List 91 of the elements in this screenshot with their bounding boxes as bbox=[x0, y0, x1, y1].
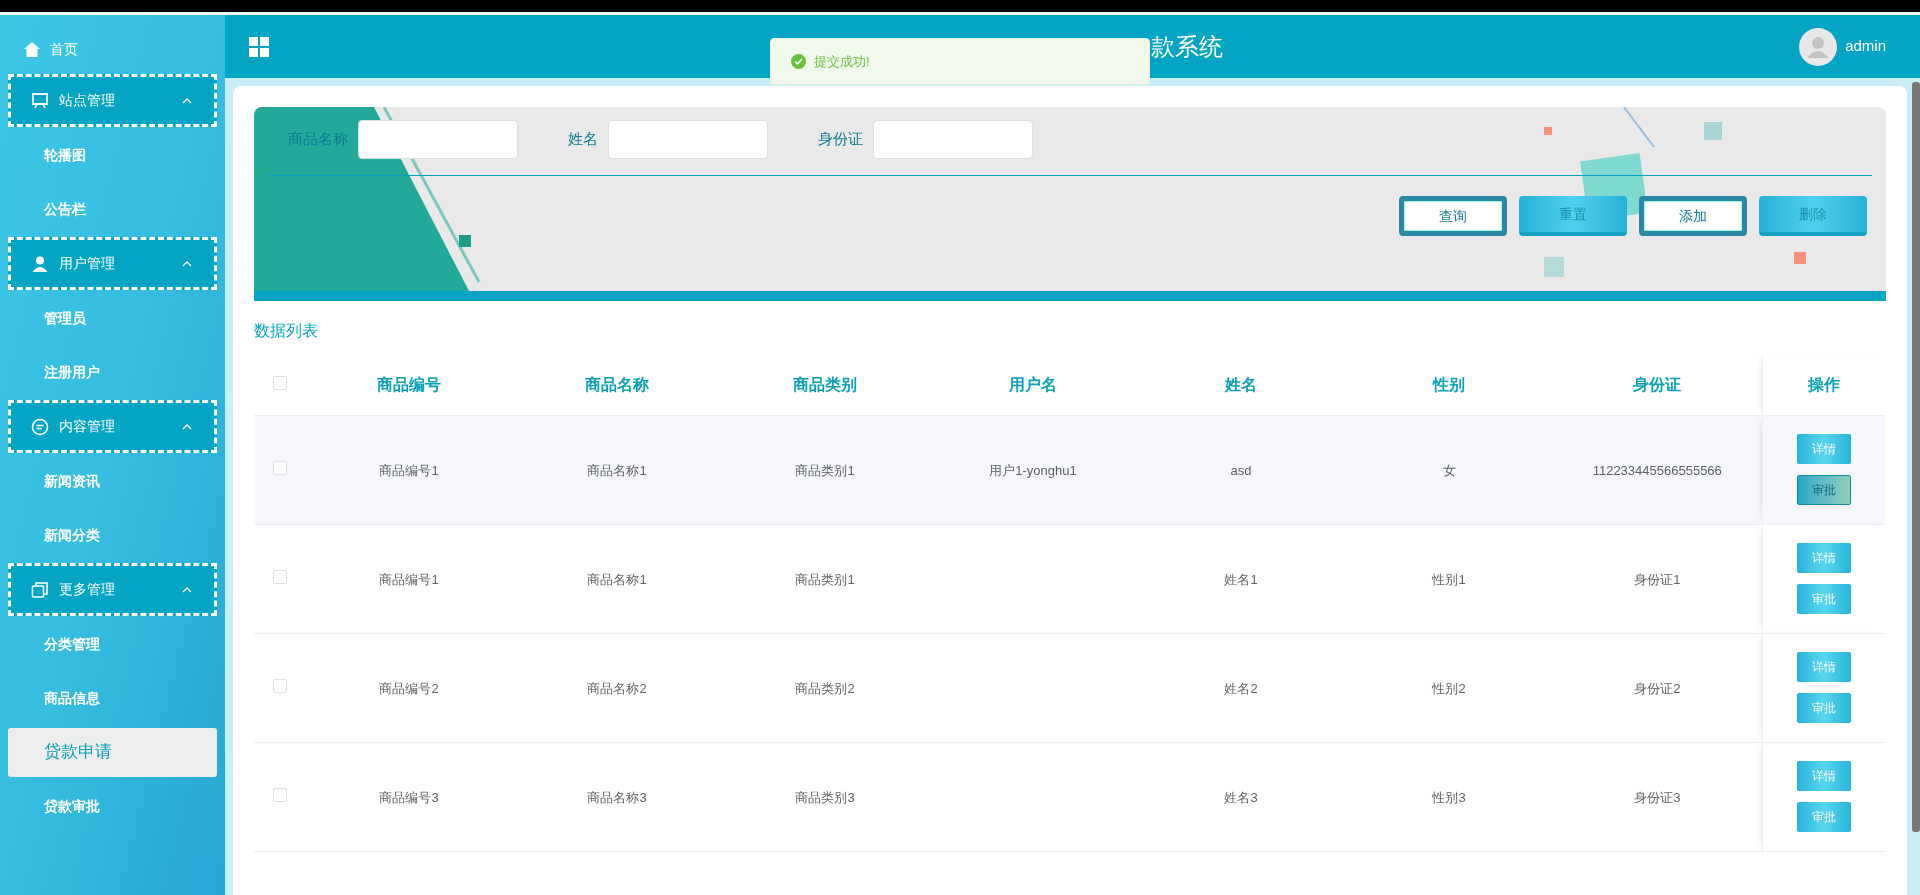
sidebar-item[interactable]: 贷款申请 bbox=[8, 727, 217, 777]
toolbar-button[interactable]: 查询 bbox=[1399, 196, 1507, 236]
sidebar-item[interactable]: 公告栏 bbox=[8, 182, 217, 236]
chevron-up-icon bbox=[182, 97, 192, 104]
user-name[interactable]: admin bbox=[1845, 35, 1886, 58]
checkbox[interactable] bbox=[272, 678, 287, 693]
sidebar-item[interactable]: 管理员 bbox=[8, 291, 217, 345]
menu-group-header[interactable]: 站点管理 bbox=[8, 74, 217, 127]
table-cell: 商品类别1 bbox=[795, 462, 855, 478]
table-cell: 姓名3 bbox=[1224, 789, 1258, 805]
row-action-button[interactable]: 审批 bbox=[1796, 693, 1851, 723]
sidebar-item[interactable]: 轮播图 bbox=[8, 128, 217, 182]
app-title: 款系统 bbox=[1151, 32, 1223, 62]
chevron-up-icon bbox=[182, 423, 192, 430]
table-cell: 身份证1 bbox=[1634, 571, 1681, 587]
toast-message: 提交成功! bbox=[814, 52, 870, 71]
table-cell: 商品编号1 bbox=[379, 462, 439, 478]
column-header: 姓名 bbox=[1225, 375, 1257, 393]
sidebar-item[interactable]: 注册用户 bbox=[8, 345, 217, 399]
row-action-button[interactable]: 详情 bbox=[1796, 543, 1851, 573]
table-cell: 商品名称2 bbox=[587, 680, 647, 696]
table-cell: 姓名1 bbox=[1224, 571, 1258, 587]
sidebar-item[interactable]: 分类管理 bbox=[8, 617, 217, 671]
filter-label: 姓名 bbox=[568, 129, 598, 150]
table-row[interactable]: 商品编号3 商品名称3 商品类别3 姓名3 性别3 身份证3 详情 审批 bbox=[254, 742, 1885, 851]
chevron-up-icon bbox=[182, 586, 192, 593]
section-title: 数据列表 bbox=[254, 321, 319, 341]
copy-icon bbox=[31, 580, 49, 599]
toolbar-button[interactable]: 删除 bbox=[1759, 196, 1867, 236]
grid-menu-icon[interactable] bbox=[249, 36, 269, 57]
chat-bubble-icon bbox=[31, 417, 49, 436]
easel-icon bbox=[31, 91, 49, 110]
checkbox[interactable] bbox=[272, 569, 287, 584]
check-circle-icon bbox=[791, 54, 806, 69]
row-action-button[interactable]: 审批 bbox=[1796, 584, 1851, 614]
table-cell: 性别2 bbox=[1432, 680, 1466, 696]
sidebar-item[interactable]: 新闻资讯 bbox=[8, 454, 217, 508]
sidebar-item[interactable]: 首页 bbox=[8, 25, 217, 73]
table-cell: 商品类别3 bbox=[795, 789, 855, 805]
table-cell: 姓名2 bbox=[1224, 680, 1258, 696]
table-cell: 商品类别1 bbox=[795, 571, 855, 587]
table-cell: 性别1 bbox=[1432, 571, 1466, 587]
table-row[interactable]: 商品编号1 商品名称1 商品类别1 用户1-yonghu1 asd 女 112233445566555566 详情 审批 bbox=[254, 415, 1885, 524]
table-cell: asd bbox=[1230, 462, 1252, 478]
filter-input[interactable] bbox=[873, 120, 1033, 159]
row-action-button[interactable]: 详情 bbox=[1796, 434, 1851, 464]
toolbar-button[interactable]: 重置 bbox=[1519, 196, 1627, 236]
table-cell: 用户1-yonghu1 bbox=[989, 462, 1077, 478]
table-row[interactable]: 商品编号2 商品名称2 商品类别2 姓名2 性别2 身份证2 详情 审批 bbox=[254, 633, 1885, 742]
row-action-button[interactable]: 审批 bbox=[1796, 802, 1851, 832]
table-cell: 商品编号1 bbox=[379, 571, 439, 587]
row-action-button[interactable]: 详情 bbox=[1796, 652, 1851, 682]
checkbox[interactable] bbox=[272, 375, 287, 390]
sidebar-item[interactable]: 贷款审批 bbox=[8, 779, 217, 833]
column-header: 商品名称 bbox=[585, 375, 649, 393]
chevron-up-icon bbox=[182, 260, 192, 267]
sidebar-item[interactable]: 新闻分类 bbox=[8, 508, 217, 562]
table-cell: 商品名称1 bbox=[587, 571, 647, 587]
row-action-button[interactable]: 审批 bbox=[1796, 475, 1851, 505]
menu-group-header[interactable]: 更多管理 bbox=[8, 563, 217, 616]
table-cell: 商品编号3 bbox=[379, 789, 439, 805]
toolbar-button[interactable]: 添加 bbox=[1639, 196, 1747, 236]
avatar-icon[interactable] bbox=[1799, 27, 1838, 66]
table-cell: 商品编号2 bbox=[379, 680, 439, 696]
user-icon bbox=[31, 254, 49, 273]
column-header: 商品编号 bbox=[377, 375, 441, 393]
table-cell: 身份证2 bbox=[1634, 680, 1681, 696]
table-cell: 商品名称1 bbox=[587, 462, 647, 478]
table-cell: 身份证3 bbox=[1634, 789, 1681, 805]
scrollbar[interactable] bbox=[1912, 82, 1920, 832]
sidebar-item[interactable]: 商品信息 bbox=[8, 671, 217, 725]
column-header: 用户名 bbox=[1009, 375, 1057, 393]
table-cell: 性别3 bbox=[1432, 789, 1466, 805]
filter-input[interactable] bbox=[358, 120, 518, 159]
filter-input[interactable] bbox=[608, 120, 768, 159]
column-header: 性别 bbox=[1433, 375, 1465, 393]
menu-group-header[interactable]: 内容管理 bbox=[8, 400, 217, 453]
filter-label: 身份证 bbox=[818, 129, 863, 150]
column-header: 操作 bbox=[1807, 375, 1840, 393]
table-cell: 女 bbox=[1442, 462, 1456, 478]
checkbox[interactable] bbox=[272, 787, 287, 802]
column-header: 身份证 bbox=[1633, 375, 1682, 393]
table-cell: 商品类别2 bbox=[795, 680, 855, 696]
table-cell: 商品名称3 bbox=[587, 789, 647, 805]
column-header: 商品类别 bbox=[793, 375, 857, 393]
row-action-button[interactable]: 详情 bbox=[1796, 761, 1851, 791]
checkbox[interactable] bbox=[272, 460, 287, 475]
table-cell: 112233445566555566 bbox=[1592, 462, 1722, 478]
menu-group-header[interactable]: 用户管理 bbox=[8, 237, 217, 290]
home-icon bbox=[24, 41, 40, 57]
table-row[interactable]: 商品编号1 商品名称1 商品类别1 姓名1 性别1 身份证1 详情 审批 bbox=[254, 524, 1885, 633]
